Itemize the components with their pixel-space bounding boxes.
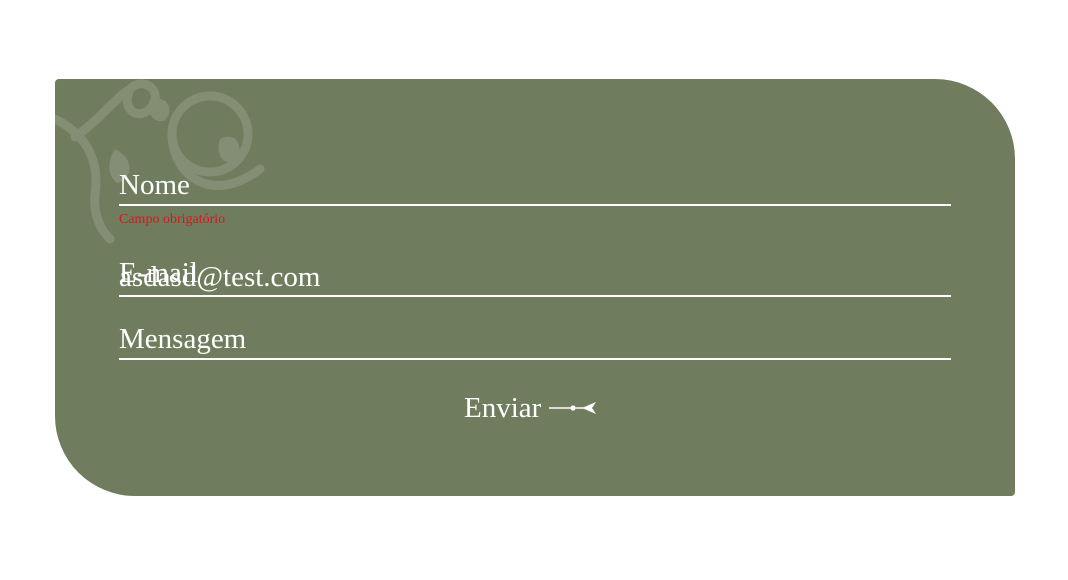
nome-error-message: Campo obrigatório bbox=[119, 212, 226, 227]
enviar-label: Enviar bbox=[464, 392, 542, 424]
enviar-button[interactable]: Enviar bbox=[464, 390, 597, 426]
nome-label: Nome bbox=[119, 169, 190, 201]
mensagem-label: Mensagem bbox=[119, 323, 247, 355]
email-field[interactable]: E-mail asdasd@test.com bbox=[119, 257, 951, 297]
contact-form-card: Nome Campo obrigatório E-mail asdasd@tes… bbox=[55, 79, 1015, 496]
nome-field[interactable]: Nome bbox=[119, 165, 951, 206]
arrow-right-icon bbox=[549, 402, 597, 414]
mensagem-field[interactable]: Mensagem bbox=[119, 320, 951, 360]
email-value[interactable]: asdasd@test.com bbox=[119, 261, 320, 293]
